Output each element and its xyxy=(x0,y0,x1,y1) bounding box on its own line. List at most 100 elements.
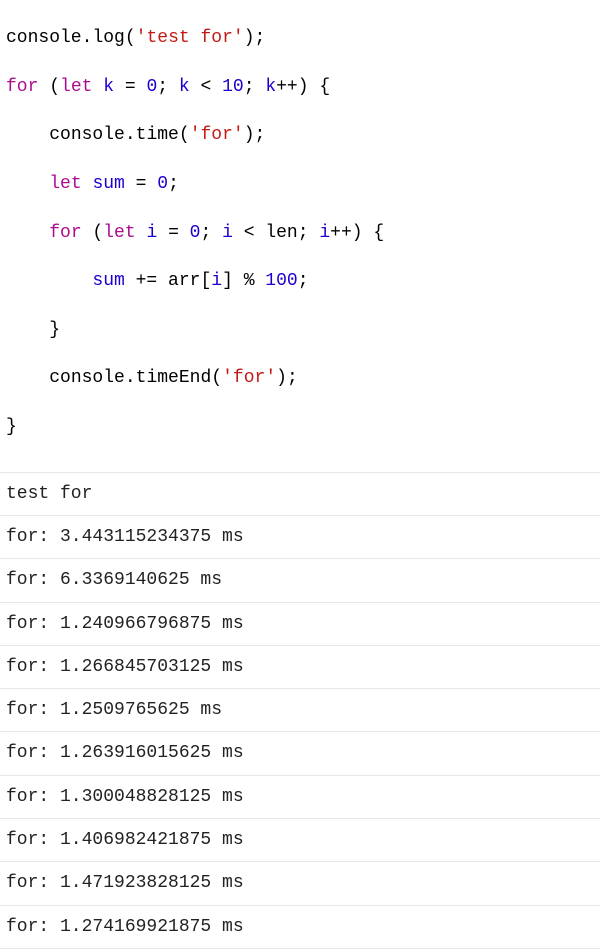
token-indent xyxy=(6,271,92,291)
console-output-row: for: 6.3369140625 ms xyxy=(0,559,600,602)
code-line: console.log('test for'); xyxy=(6,26,594,50)
token-brace: { xyxy=(319,77,330,97)
token-punc: ) xyxy=(244,125,255,145)
token-variable: i xyxy=(222,223,233,243)
token-variable: i xyxy=(146,223,157,243)
token-brace: { xyxy=(373,223,384,243)
console-output-row: for: 1.471923828125 ms xyxy=(0,862,600,905)
token-keyword: for xyxy=(6,77,38,97)
token-punc: ( xyxy=(82,223,104,243)
token-punc: . xyxy=(125,125,136,145)
token-keyword: let xyxy=(103,223,135,243)
token-method: time xyxy=(136,125,179,145)
token-string: ' xyxy=(190,125,201,145)
token-punc: ] xyxy=(222,271,233,291)
token-number: 0 xyxy=(190,223,201,243)
console-output-row: for: 1.300048828125 ms xyxy=(0,776,600,819)
code-line: let sum = 0; xyxy=(6,172,594,196)
token-operator: ++ xyxy=(330,223,352,243)
token-punc: ( xyxy=(125,28,136,48)
token-punc: ( xyxy=(179,125,190,145)
code-line: sum += arr[i] % 100; xyxy=(6,269,594,293)
token-brace: } xyxy=(6,417,17,437)
token-method: log xyxy=(92,28,124,48)
code-line: } xyxy=(6,415,594,439)
token-punc: ; xyxy=(157,77,179,97)
token-brace: } xyxy=(49,320,60,340)
console-output-row: for: 1.406982421875 ms xyxy=(0,819,600,862)
token-punc: ; xyxy=(287,368,298,388)
token-operator: = xyxy=(157,223,189,243)
token-punc: ; xyxy=(200,223,222,243)
token-method: timeEnd xyxy=(136,368,212,388)
token-punc: . xyxy=(82,28,93,48)
token-keyword: let xyxy=(60,77,92,97)
token-operator: ++ xyxy=(276,77,298,97)
token-string: ' xyxy=(136,28,147,48)
token-string: ' xyxy=(265,368,276,388)
token-punc: [ xyxy=(200,271,211,291)
token-punc: ; xyxy=(298,271,309,291)
token-variable: k xyxy=(179,77,190,97)
token-punc: ; xyxy=(168,174,179,194)
token-operator: += xyxy=(125,271,168,291)
console-output-row: for: 3.443115234375 ms xyxy=(0,516,600,559)
console-output-row: for: 1.274169921875 ms xyxy=(0,906,600,949)
token-punc: ) xyxy=(298,77,320,97)
token-number: 100 xyxy=(265,271,297,291)
token-number: 0 xyxy=(146,77,157,97)
code-line: } xyxy=(6,318,594,342)
token-string: for xyxy=(201,125,233,145)
token-variable: i xyxy=(319,223,330,243)
token-indent xyxy=(6,174,49,194)
token-string: ' xyxy=(233,125,244,145)
token-punc: ; xyxy=(255,28,266,48)
console-output-row: for: 1.240966796875 ms xyxy=(0,603,600,646)
token-punc: ; xyxy=(298,223,320,243)
token-punc: ) xyxy=(276,368,287,388)
code-line: console.time('for'); xyxy=(6,123,594,147)
token-keyword: for xyxy=(49,223,81,243)
token-punc: ; xyxy=(244,77,266,97)
token-operator: < xyxy=(233,223,265,243)
console-output-row: for: 1.2509765625 ms xyxy=(0,689,600,732)
token-keyword: let xyxy=(49,174,81,194)
token-identifier: arr xyxy=(168,271,200,291)
token-object: console xyxy=(6,28,82,48)
token-punc: ) xyxy=(244,28,255,48)
token-operator: = xyxy=(114,77,146,97)
console-output-row: for: 1.263916015625 ms xyxy=(0,732,600,775)
token-string: ' xyxy=(233,28,244,48)
token-punc: ) xyxy=(352,223,374,243)
token-indent xyxy=(6,223,49,243)
console-output-row: test for xyxy=(0,473,600,516)
token-punc: ; xyxy=(255,125,266,145)
token-space xyxy=(92,77,103,97)
token-space xyxy=(136,223,147,243)
token-operator: = xyxy=(125,174,157,194)
token-string: for xyxy=(233,368,265,388)
token-indent xyxy=(6,368,49,388)
token-variable: k xyxy=(265,77,276,97)
token-indent xyxy=(6,320,49,340)
code-line: for (let k = 0; k < 10; k++) { xyxy=(6,75,594,99)
token-operator: < xyxy=(190,77,222,97)
token-indent xyxy=(6,125,49,145)
code-line: for (let i = 0; i < len; i++) { xyxy=(6,221,594,245)
token-string: ' xyxy=(222,368,233,388)
token-variable: i xyxy=(211,271,222,291)
code-block: console.log('test for'); for (let k = 0;… xyxy=(0,0,600,473)
token-number: 10 xyxy=(222,77,244,97)
console-output-row: for: 1.266845703125 ms xyxy=(0,646,600,689)
token-punc: ( xyxy=(38,77,60,97)
token-variable: sum xyxy=(92,271,124,291)
console-output: test for for: 3.443115234375 ms for: 6.3… xyxy=(0,473,600,949)
token-string: test for xyxy=(146,28,232,48)
token-space xyxy=(82,174,93,194)
token-variable: k xyxy=(103,77,114,97)
token-punc: ( xyxy=(211,368,222,388)
token-operator: % xyxy=(233,271,265,291)
token-number: 0 xyxy=(157,174,168,194)
token-variable: sum xyxy=(92,174,124,194)
code-line: console.timeEnd('for'); xyxy=(6,366,594,390)
